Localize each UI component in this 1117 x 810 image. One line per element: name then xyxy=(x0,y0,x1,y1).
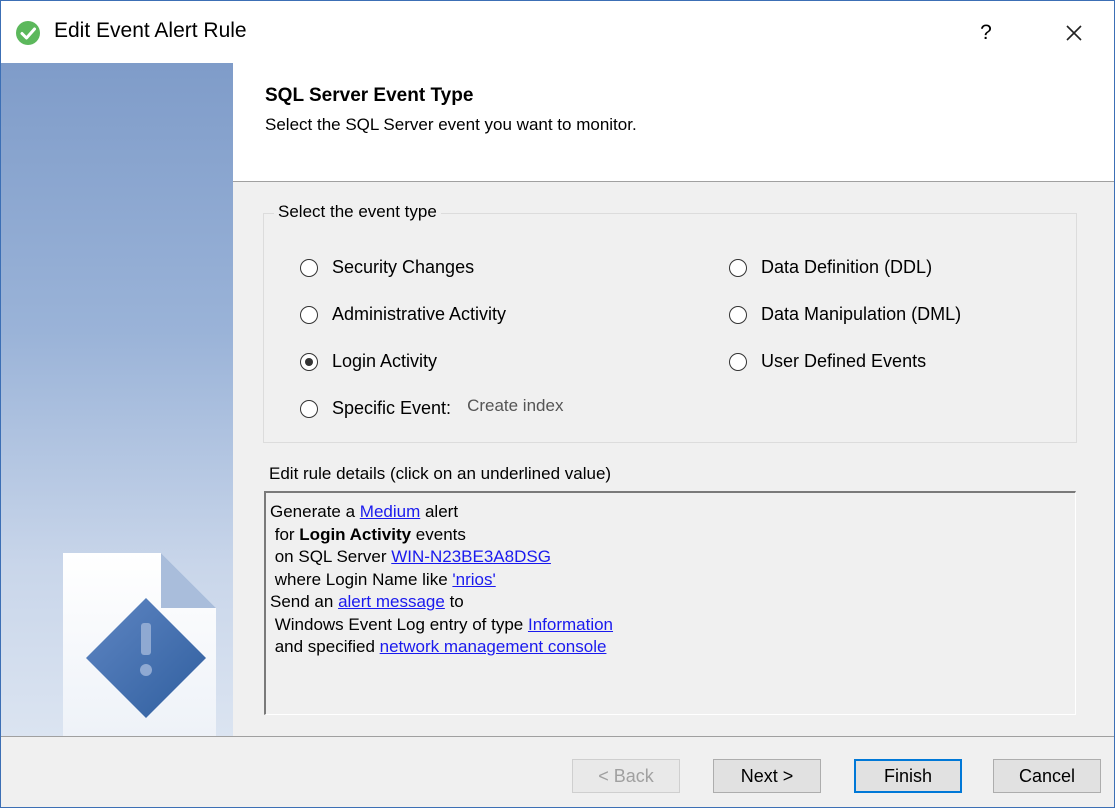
radio-specific-event[interactable]: Specific Event: Create index xyxy=(300,396,563,419)
radio-label: Security Changes xyxy=(332,257,475,277)
specific-event-value[interactable]: Create index xyxy=(467,396,563,416)
rule-text: Generate a xyxy=(270,502,360,521)
radio-label: Administrative Activity xyxy=(332,304,507,324)
radio-circle xyxy=(300,305,318,324)
radio-circle xyxy=(300,258,318,277)
radio-label: Login Activity xyxy=(332,351,438,371)
rule-text: on SQL Server xyxy=(270,547,392,566)
wizard-header: SQL Server Event Type Select the SQL Ser… xyxy=(233,63,1114,182)
footer-divider xyxy=(1,736,1114,737)
rule-line-eventlog: Windows Event Log entry of type Informat… xyxy=(270,614,1075,637)
rule-text: for xyxy=(270,524,300,544)
radio-label: Specific Event: xyxy=(332,398,452,418)
network-console-link[interactable]: network management console xyxy=(380,637,607,656)
radio-circle xyxy=(729,305,747,324)
radio-circle xyxy=(729,258,747,277)
rule-text: Send an xyxy=(270,592,339,611)
rule-text: alert xyxy=(420,502,459,521)
radio-circle xyxy=(300,399,318,418)
cancel-button[interactable]: Cancel xyxy=(993,759,1101,793)
rule-text: and specified xyxy=(270,637,380,656)
rule-text: where Login Name like xyxy=(270,569,453,589)
title-bar: Edit Event Alert Rule ? xyxy=(1,1,1114,63)
rule-line-event: for Login Activity events xyxy=(270,524,1075,547)
rule-line-severity: Generate a Medium alert xyxy=(270,501,1075,524)
rule-line-server: on SQL Server WIN-N23BE3A8DSG xyxy=(270,546,1075,569)
login-name-link[interactable]: 'nrios' xyxy=(452,570,495,589)
radio-data-manipulation[interactable]: Data Manipulation (DML) xyxy=(729,304,961,325)
back-button[interactable]: < Back xyxy=(572,759,680,793)
radio-data-definition[interactable]: Data Definition (DDL) xyxy=(729,257,932,278)
radio-administrative-activity[interactable]: Administrative Activity xyxy=(300,304,506,325)
server-link[interactable]: WIN-N23BE3A8DSG xyxy=(391,547,551,566)
radio-user-defined-events[interactable]: User Defined Events xyxy=(729,351,926,372)
rule-text: Windows Event Log entry of type xyxy=(270,614,528,634)
event-type-value: Login Activity xyxy=(299,524,412,544)
radio-circle xyxy=(729,352,747,371)
wizard-side-panel xyxy=(1,63,233,736)
event-type-legend: Select the event type xyxy=(274,202,441,222)
edit-event-alert-rule-dialog: Edit Event Alert Rule ? SQL Server Event… xyxy=(0,0,1115,808)
rule-text: events xyxy=(411,524,466,544)
finish-button[interactable]: Finish xyxy=(854,759,962,793)
rule-line-send: Send an alert message to xyxy=(270,591,1075,614)
radio-security-changes[interactable]: Security Changes xyxy=(300,257,474,278)
radio-label: User Defined Events xyxy=(761,351,927,371)
radio-label: Data Definition (DDL) xyxy=(761,257,933,277)
radio-login-activity[interactable]: Login Activity xyxy=(300,351,437,372)
radio-label: Data Manipulation (DML) xyxy=(761,304,962,324)
help-button[interactable]: ? xyxy=(963,13,1009,53)
next-button[interactable]: Next > xyxy=(713,759,821,793)
page-title: SQL Server Event Type xyxy=(265,85,474,106)
check-circle-icon xyxy=(16,21,40,45)
window-title: Edit Event Alert Rule xyxy=(54,19,247,42)
rule-line-login: where Login Name like 'nrios' xyxy=(270,569,1075,592)
close-icon xyxy=(1066,25,1082,41)
event-log-type-link[interactable]: Information xyxy=(528,615,613,634)
severity-link[interactable]: Medium xyxy=(360,502,420,521)
rule-text: to xyxy=(444,592,464,611)
rule-details-label: Edit rule details (click on an underline… xyxy=(269,464,612,483)
close-button[interactable] xyxy=(1051,13,1097,53)
radio-circle-selected xyxy=(300,352,318,371)
rule-line-console: and specified network management console xyxy=(270,636,1075,659)
page-subtitle: Select the SQL Server event you want to … xyxy=(265,115,637,134)
alert-message-link[interactable]: alert message xyxy=(338,592,445,611)
alert-document-icon xyxy=(63,553,216,736)
rule-details-box: Generate a Medium alert for Login Activi… xyxy=(264,491,1076,715)
